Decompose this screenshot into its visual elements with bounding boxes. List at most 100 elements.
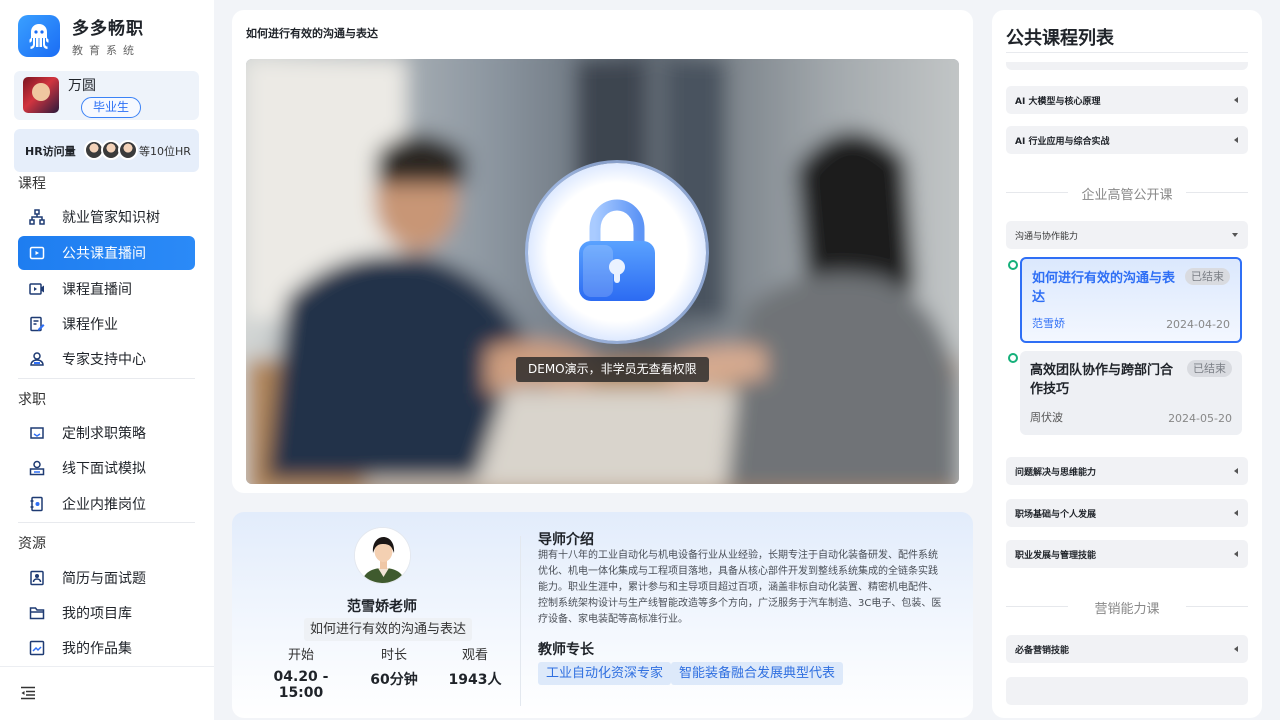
title-divider [1006, 52, 1248, 53]
section-title-jobs: 求职 [18, 392, 46, 408]
user-status-badge: 毕业生 [81, 97, 142, 118]
accordion-label: 职场基础与个人发展 [1015, 510, 1097, 520]
caret-left-icon [1234, 551, 1238, 557]
video-card: 如何进行有效的沟通与表达 DEMO演示，非学员无查看权限 [232, 10, 973, 493]
accordion-communication[interactable]: 沟通与协作能力 [1006, 221, 1248, 249]
course-list-title: 公共课程列表 [1006, 28, 1114, 49]
brand-subtitle: 教育系统 [72, 44, 140, 57]
stat-label: 开始 [287, 648, 314, 663]
referral-icon [28, 496, 45, 513]
timeline-dot [1008, 353, 1018, 363]
sidebar-divider [18, 378, 195, 379]
sidebar-item-label: 我的项目库 [62, 606, 132, 622]
video-camera-icon [28, 281, 45, 298]
stat-value: 04.20 - 15:00 [273, 669, 329, 701]
sidebar-item-job-strategy[interactable]: 定制求职策略 [18, 416, 195, 450]
caret-left-icon [1234, 646, 1238, 652]
intro-heading: 导师介绍 [538, 532, 594, 548]
sidebar-item-portfolio[interactable]: 我的作品集 [18, 631, 195, 665]
caret-left-icon [1234, 510, 1238, 516]
skills-heading: 教师专长 [538, 642, 594, 658]
collapsed-item-stub [1006, 62, 1248, 70]
sidebar-item-homework[interactable]: 课程作业 [18, 307, 195, 341]
accordion-label: 问题解决与思维能力 [1015, 468, 1097, 478]
sidebar-item-label: 定制求职策略 [62, 426, 146, 442]
accordion-partial[interactable] [1006, 677, 1248, 705]
caret-left-icon [1234, 137, 1238, 143]
section-title-resources: 资源 [18, 536, 46, 552]
stat-views: 观看 1943人 [425, 644, 525, 689]
user-name: 万圆 [68, 78, 96, 94]
intro-text: 拥有十八年的工业自动化与机电设备行业从业经验，长期专注于自动化装备研发、配件系统… [538, 550, 942, 625]
sidebar: 多多畅职 教育系统 万圆 毕业生 HR访问量 等10位HR 课程 就业管家知识树… [0, 0, 214, 720]
group-heading-marketing: 营销能力课 [1006, 598, 1248, 617]
accordion-label: AI 行业应用与综合实战 [1015, 137, 1110, 147]
timeline-dot [1008, 260, 1018, 270]
no-permission-message: DEMO演示，非学员无查看权限 [516, 357, 709, 382]
brand[interactable]: 多多畅职 教育系统 [18, 14, 144, 58]
accordion-problem-solving[interactable]: 问题解决与思维能力 [1006, 457, 1248, 485]
expert-support-icon [28, 351, 45, 368]
lesson-title: 如何进行有效的沟通与表达 [1032, 271, 1176, 305]
hr-avatars [84, 140, 138, 160]
brand-name: 多多畅职 [72, 19, 144, 39]
accordion-label: 沟通与协作能力 [1015, 232, 1079, 242]
sidebar-item-label: 就业管家知识树 [62, 210, 160, 226]
octopus-logo-icon [18, 15, 60, 57]
sidebar-item-label: 课程直播间 [62, 282, 132, 298]
hr-visits-label: HR访问量 [25, 145, 76, 158]
teacher-avatar [354, 527, 411, 584]
lesson-title: 高效团队协作与跨部门合作技巧 [1030, 363, 1174, 397]
sidebar-item-projects[interactable]: 我的项目库 [18, 596, 195, 630]
stat-start: 开始 04.20 - 15:00 [251, 644, 351, 701]
collapse-menu-icon[interactable] [20, 686, 36, 700]
sidebar-item-expert-support[interactable]: 专家支持中心 [18, 342, 195, 376]
accordion-ai-models[interactable]: AI 大模型与核心原理 [1006, 86, 1248, 114]
video-player[interactable]: DEMO演示，非学员无查看权限 [246, 59, 959, 484]
accordion-label: 职业发展与管理技能 [1015, 551, 1097, 561]
sidebar-item-course-live-room[interactable]: 课程直播间 [18, 272, 195, 306]
avatar [23, 77, 59, 113]
hr-visits-card[interactable]: HR访问量 等10位HR [14, 129, 199, 172]
teacher-name: 范雪娇老师 [347, 599, 417, 615]
tree-structure-icon [28, 209, 45, 226]
section-title-courses: 课程 [18, 176, 46, 192]
lesson-card[interactable]: 高效团队协作与跨部门合作技巧 已结束 周伏波 2024-05-20 [1020, 351, 1242, 435]
sidebar-item-label: 专家支持中心 [62, 352, 146, 368]
sidebar-item-referral-jobs[interactable]: 企业内推岗位 [18, 487, 195, 521]
group-heading-executive: 企业高管公开课 [1006, 184, 1248, 203]
skill-tag: 智能装备融合发展典型代表 [671, 662, 844, 685]
lesson-teacher: 周伏波 [1030, 411, 1063, 424]
sidebar-item-label: 企业内推岗位 [62, 497, 146, 513]
accordion-label: AI 大模型与核心原理 [1015, 97, 1101, 107]
hr-visits-count: 等10位HR [139, 145, 191, 158]
sidebar-divider [18, 522, 195, 523]
portfolio-icon [28, 640, 45, 657]
lesson-status-badge: 已结束 [1187, 360, 1232, 377]
caret-down-icon [1232, 233, 1238, 237]
sidebar-item-knowledge-tree[interactable]: 就业管家知识树 [18, 200, 195, 234]
sidebar-divider [0, 666, 214, 667]
caret-left-icon [1234, 97, 1238, 103]
homework-edit-icon [28, 316, 45, 333]
locked-overlay [528, 163, 706, 341]
course-list-panel: 公共课程列表 AI 大模型与核心原理 AI 行业应用与综合实战 企业高管公开课 … [992, 10, 1262, 718]
teacher-card: 范雪娇老师 如何进行有效的沟通与表达 开始 04.20 - 15:00 时长 6… [232, 512, 973, 718]
sidebar-item-public-live-room[interactable]: 公共课直播间 [18, 236, 195, 270]
stat-value: 1943人 [448, 672, 502, 688]
sidebar-item-interview-sim[interactable]: 线下面试模拟 [18, 451, 195, 485]
user-card[interactable]: 万圆 毕业生 [14, 71, 199, 120]
accordion-career-management[interactable]: 职业发展与管理技能 [1006, 540, 1248, 568]
lesson-card-active[interactable]: 如何进行有效的沟通与表达 已结束 范雪娇 2024-04-20 [1020, 257, 1242, 343]
folder-icon [28, 605, 45, 622]
sidebar-item-resume[interactable]: 简历与面试题 [18, 561, 195, 595]
lesson-teacher: 范雪娇 [1032, 317, 1065, 330]
sidebar-item-label: 我的作品集 [62, 641, 132, 657]
strategy-icon [28, 425, 45, 442]
video-title: 如何进行有效的沟通与表达 [246, 27, 378, 40]
accordion-marketing-skills[interactable]: 必备营销技能 [1006, 635, 1248, 663]
sidebar-item-label: 简历与面试题 [62, 571, 146, 587]
accordion-career-basics[interactable]: 职场基础与个人发展 [1006, 499, 1248, 527]
accordion-ai-industry[interactable]: AI 行业应用与综合实战 [1006, 126, 1248, 154]
sidebar-item-label: 课程作业 [62, 317, 118, 333]
